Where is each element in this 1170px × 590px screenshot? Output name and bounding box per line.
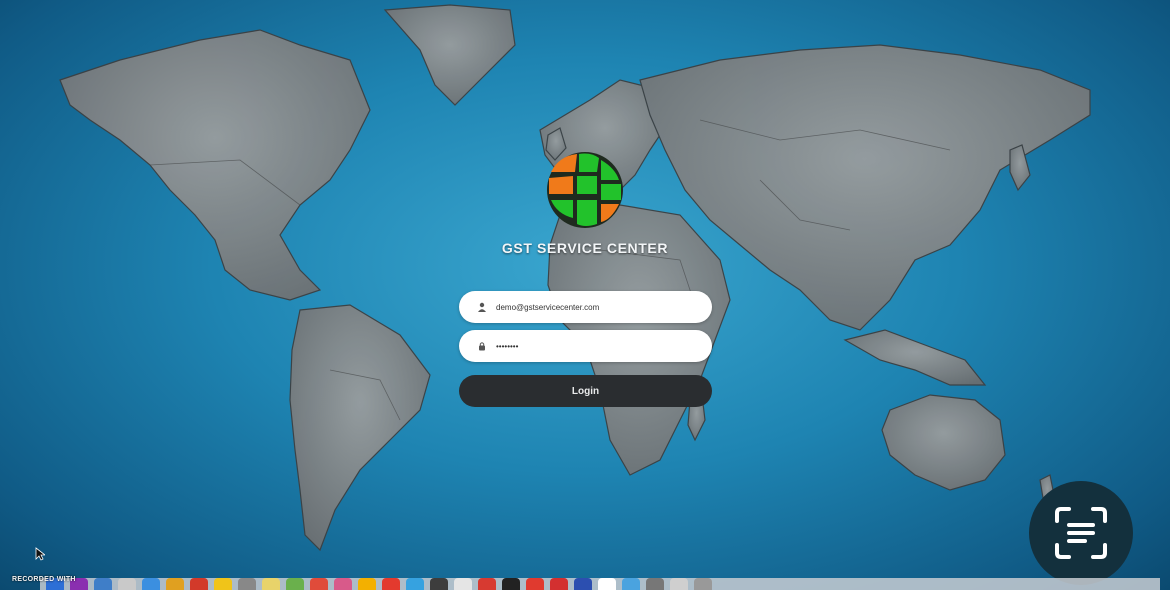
- mouse-pointer-icon: [35, 547, 45, 561]
- dock-app-icon[interactable]: [646, 578, 664, 590]
- app-title: GST SERVICE CENTER: [501, 240, 669, 256]
- dock-app-icon[interactable]: [94, 578, 112, 590]
- dock-app-icon[interactable]: [430, 578, 448, 590]
- globe-logo-icon: [547, 152, 623, 228]
- dock-app-icon[interactable]: [382, 578, 400, 590]
- australia-landmass: [881, 394, 1006, 491]
- dock: [40, 578, 1160, 590]
- indonesia-landmass: [843, 329, 987, 386]
- dock-app-icon[interactable]: [262, 578, 280, 590]
- dock-app-icon[interactable]: [670, 578, 688, 590]
- dock-app-icon[interactable]: [598, 578, 616, 590]
- dock-app-icon[interactable]: [454, 578, 472, 590]
- text-scan-icon: [1055, 507, 1107, 559]
- login-button[interactable]: Login: [459, 375, 712, 407]
- dock-app-icon[interactable]: [694, 578, 712, 590]
- recorded-with-label: RECORDED WITH: [12, 576, 76, 583]
- dock-app-icon[interactable]: [574, 578, 592, 590]
- lock-icon: [476, 340, 488, 352]
- dock-app-icon[interactable]: [550, 578, 568, 590]
- dock-app-icon[interactable]: [166, 578, 184, 590]
- south-america-landmass: [289, 304, 431, 552]
- email-field[interactable]: [459, 291, 712, 323]
- dock-app-icon[interactable]: [142, 578, 160, 590]
- user-icon: [476, 301, 488, 313]
- password-input[interactable]: [496, 341, 706, 351]
- dock-app-icon[interactable]: [334, 578, 352, 590]
- text-scan-button[interactable]: [1029, 481, 1133, 585]
- dock-app-icon[interactable]: [358, 578, 376, 590]
- dock-app-icon[interactable]: [238, 578, 256, 590]
- dock-app-icon[interactable]: [190, 578, 208, 590]
- password-field[interactable]: [459, 330, 712, 362]
- dock-app-icon[interactable]: [118, 578, 136, 590]
- north-america-landmass: [59, 29, 371, 301]
- email-input[interactable]: [496, 302, 706, 312]
- dock-app-icon[interactable]: [526, 578, 544, 590]
- dock-app-icon[interactable]: [622, 578, 640, 590]
- dock-app-icon[interactable]: [406, 578, 424, 590]
- dock-app-icon[interactable]: [502, 578, 520, 590]
- dock-app-icon[interactable]: [478, 578, 496, 590]
- dock-app-icon[interactable]: [310, 578, 328, 590]
- dock-app-icon[interactable]: [214, 578, 232, 590]
- dock-app-icon[interactable]: [286, 578, 304, 590]
- greenland-landmass: [383, 4, 516, 106]
